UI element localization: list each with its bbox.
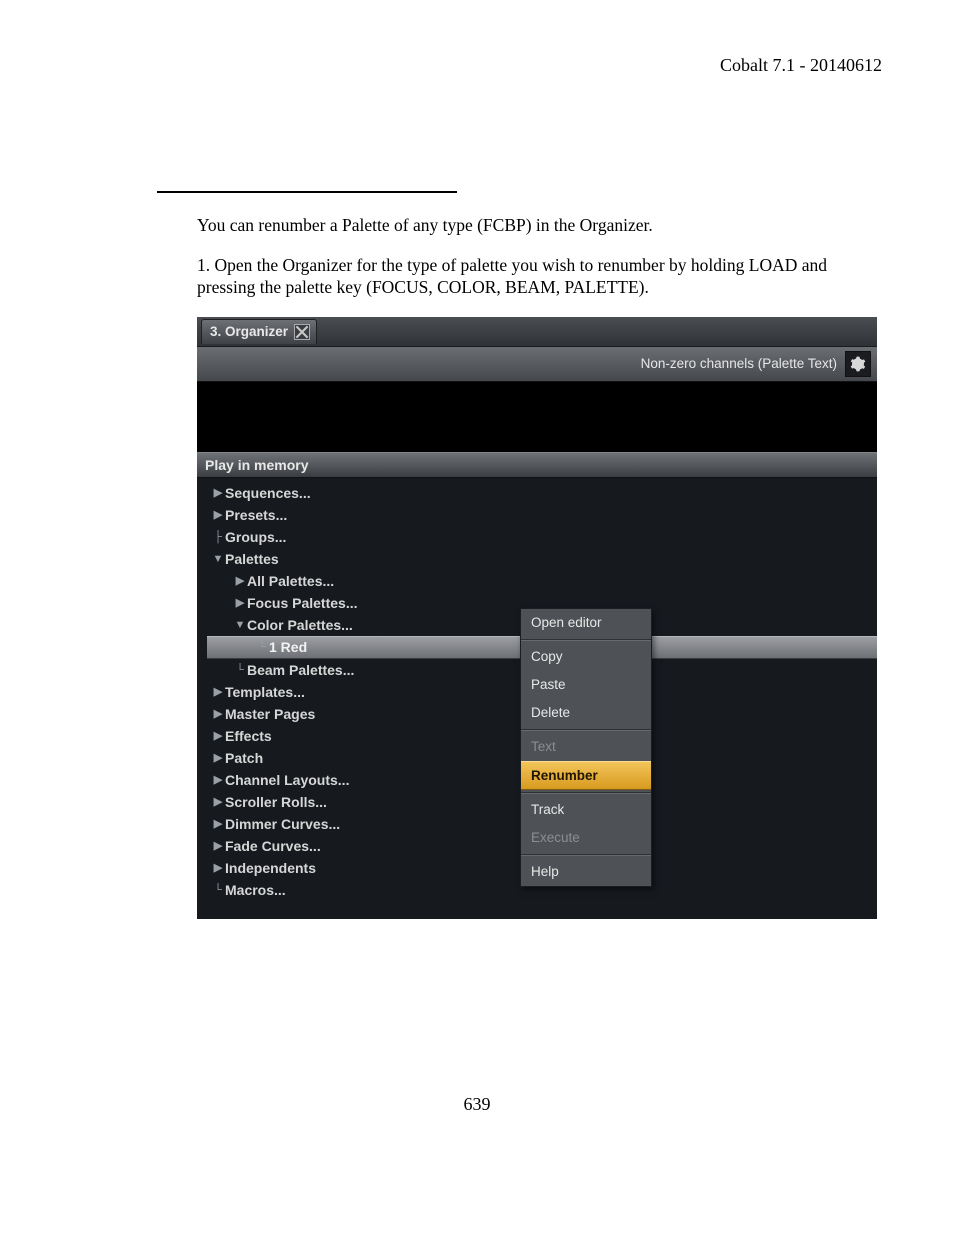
chevron-right-icon: ▶	[211, 486, 225, 499]
menu-separator	[521, 792, 651, 794]
tree-all-palettes[interactable]: ▶All Palettes...	[207, 570, 877, 592]
tree-label: 1 Red	[269, 639, 307, 655]
chevron-right-icon: ▶	[211, 685, 225, 698]
menu-text: Text	[521, 733, 651, 761]
tree-label: Beam Palettes...	[247, 662, 354, 678]
settings-button[interactable]	[845, 351, 871, 377]
menu-help[interactable]: Help	[521, 858, 651, 886]
chevron-right-icon: ▶	[211, 861, 225, 874]
tree-label: Focus Palettes...	[247, 595, 357, 611]
tree-presets[interactable]: ▶Presets...	[207, 504, 877, 526]
menu-separator	[521, 639, 651, 641]
toolbar: Non-zero channels (Palette Text)	[197, 347, 877, 382]
section-play-in-memory: Play in memory	[197, 452, 877, 478]
chevron-right-icon: ▶	[211, 795, 225, 808]
chevron-right-icon: ▶	[233, 574, 247, 587]
tree-label: Patch	[225, 750, 263, 766]
menu-track[interactable]: Track	[521, 796, 651, 824]
tree-label: Master Pages	[225, 706, 315, 722]
menu-copy[interactable]: Copy	[521, 643, 651, 671]
tree-label: Templates...	[225, 684, 305, 700]
chevron-right-icon: ▶	[211, 839, 225, 852]
tree-label: Palettes	[225, 551, 279, 567]
tree-label: Scroller Rolls...	[225, 794, 327, 810]
tab-title: 3. Organizer	[210, 324, 288, 339]
tree-groups[interactable]: ├Groups...	[207, 526, 877, 548]
tree-label: Macros...	[225, 882, 286, 898]
menu-paste[interactable]: Paste	[521, 671, 651, 699]
chevron-right-icon: ▶	[211, 751, 225, 764]
body-paragraph-1: You can renumber a Palette of any type (…	[197, 215, 872, 237]
tree-guide-icon: └	[211, 884, 225, 896]
tree-palettes[interactable]: ▼Palettes	[207, 548, 877, 570]
tree-label: Fade Curves...	[225, 838, 321, 854]
tab-bar: 3. Organizer	[197, 317, 877, 347]
content-area-empty	[197, 382, 877, 452]
tree-label: All Palettes...	[247, 573, 334, 589]
body-paragraph-2: 1. Open the Organizer for the type of pa…	[197, 255, 872, 299]
toolbar-label: Non-zero channels (Palette Text)	[641, 356, 837, 371]
section-rule	[157, 191, 457, 193]
chevron-right-icon: ▶	[211, 817, 225, 830]
tree-guide-icon: └	[233, 664, 247, 676]
menu-renumber[interactable]: Renumber	[521, 761, 651, 790]
tree-guide-icon: └	[255, 641, 269, 653]
menu-execute: Execute	[521, 824, 651, 852]
chevron-right-icon: ▶	[233, 596, 247, 609]
tree-sequences[interactable]: ▶Sequences...	[207, 482, 877, 504]
tree-label: Independents	[225, 860, 316, 876]
menu-delete[interactable]: Delete	[521, 699, 651, 727]
chevron-right-icon: ▶	[211, 773, 225, 786]
tree-label: Color Palettes...	[247, 617, 353, 633]
chevron-down-icon: ▼	[233, 619, 247, 631]
tree-label: Effects	[225, 728, 272, 744]
close-icon[interactable]	[294, 324, 310, 340]
tree-label: Presets...	[225, 507, 287, 523]
menu-separator	[521, 854, 651, 856]
page-number: 639	[0, 1094, 954, 1115]
tree-label: Groups...	[225, 529, 286, 545]
chevron-right-icon: ▶	[211, 707, 225, 720]
tree-label: Channel Layouts...	[225, 772, 349, 788]
context-menu: Open editor Copy Paste Delete Text Renum…	[520, 608, 652, 887]
tree-guide-icon: ├	[211, 531, 225, 543]
tree-label: Sequences...	[225, 485, 311, 501]
gear-icon	[850, 356, 866, 372]
tree-label: Dimmer Curves...	[225, 816, 340, 832]
chevron-right-icon: ▶	[211, 508, 225, 521]
doc-header: Cobalt 7.1 - 20140612	[72, 55, 882, 76]
chevron-down-icon: ▼	[211, 553, 225, 565]
menu-separator	[521, 729, 651, 731]
tab-organizer[interactable]: 3. Organizer	[201, 319, 317, 344]
menu-open-editor[interactable]: Open editor	[521, 609, 651, 637]
chevron-right-icon: ▶	[211, 729, 225, 742]
